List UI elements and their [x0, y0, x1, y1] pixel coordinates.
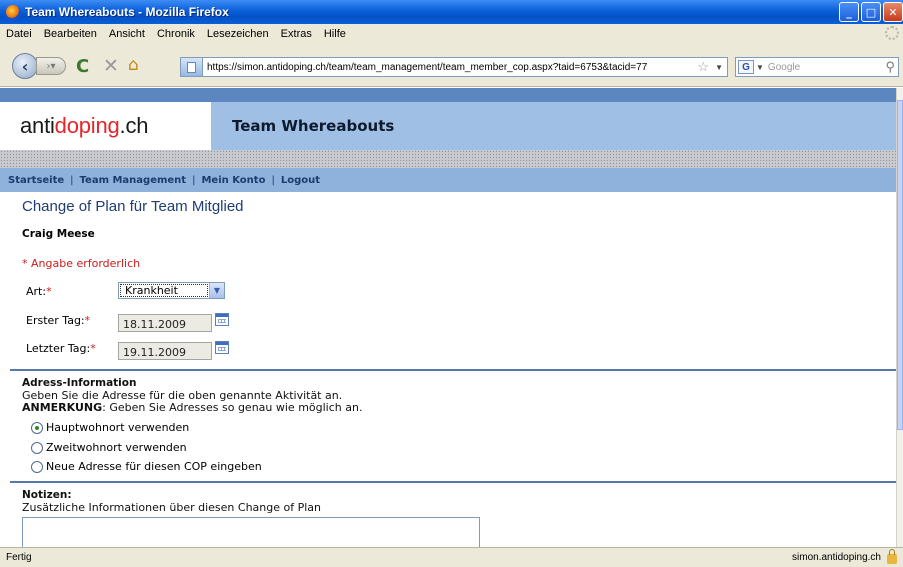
- nav-team-management[interactable]: Team Management: [80, 175, 187, 186]
- notes-description: Zusätzliche Informationen über diesen Ch…: [22, 501, 321, 514]
- lock-icon[interactable]: [887, 549, 897, 564]
- engine-dropdown-icon[interactable]: ▼: [756, 63, 764, 72]
- nav-separator: |: [271, 174, 275, 186]
- throbber-icon: [885, 26, 899, 40]
- site-header-title: Team Whereabouts: [211, 102, 896, 150]
- status-bar: Fertig simon.antidoping.ch: [0, 547, 903, 567]
- site-logo[interactable]: anti doping .ch: [0, 102, 211, 150]
- status-right: simon.antidoping.ch: [792, 549, 897, 564]
- art-select[interactable]: Krankheit ▼: [118, 282, 225, 299]
- forward-button[interactable]: ›▾: [36, 57, 66, 75]
- address-heading: Adress-Information: [22, 377, 137, 389]
- scrollbar-thumb[interactable]: [897, 100, 903, 430]
- erster-tag-label: Erster Tag:*: [26, 314, 90, 327]
- art-label-text: Art:: [26, 285, 47, 298]
- notes-heading: Notizen:: [22, 489, 72, 501]
- required-note: * Angabe erforderlich: [22, 257, 141, 270]
- search-icon[interactable]: ⚲: [885, 59, 895, 75]
- address-note-label: ANMERKUNG: [22, 401, 103, 414]
- art-select-value: Krankheit: [120, 284, 208, 297]
- letzter-tag-label: Letzter Tag:*: [26, 342, 96, 355]
- chevron-down-icon[interactable]: ▼: [209, 283, 224, 298]
- radio-zweitwohnort[interactable]: Zweitwohnort verwenden: [31, 441, 187, 454]
- letzter-tag-label-text: Letzter Tag:: [26, 342, 91, 355]
- radio-label: Hauptwohnort verwenden: [46, 421, 190, 434]
- google-engine-icon[interactable]: G: [738, 60, 754, 74]
- calendar-icon[interactable]: [215, 313, 229, 326]
- menu-datei[interactable]: Datei: [0, 28, 38, 40]
- radio-label: Zweitwohnort verwenden: [46, 441, 187, 454]
- back-button[interactable]: ‹: [12, 53, 38, 79]
- radio-button[interactable]: [31, 460, 43, 473]
- section-divider: [10, 481, 896, 483]
- page-title: Change of Plan für Team Mitglied: [22, 198, 244, 215]
- erster-tag-input[interactable]: 18.11.2009: [118, 314, 212, 332]
- radio-button[interactable]: [31, 441, 43, 454]
- site-nav: Startseite | Team Management | Mein Kont…: [0, 168, 896, 192]
- stop-icon[interactable]: ✕: [103, 55, 119, 77]
- site-top-bar: [0, 88, 896, 102]
- reload-icon[interactable]: C: [76, 56, 89, 77]
- decorative-band: [0, 150, 896, 168]
- arrow-left-icon: ‹: [21, 56, 29, 76]
- logo-ch: .ch: [119, 113, 149, 138]
- menu-lesezeichen[interactable]: Lesezeichen: [201, 28, 275, 40]
- search-bar[interactable]: G ▼ Google ⚲: [735, 57, 899, 77]
- required-marker: *: [46, 285, 52, 298]
- calendar-icon[interactable]: [215, 341, 229, 354]
- logo-doping: doping: [54, 113, 120, 138]
- nav-mein-konto[interactable]: Mein Konto: [201, 175, 265, 186]
- required-marker: *: [90, 342, 96, 355]
- notes-textarea[interactable]: [22, 517, 480, 547]
- menu-ansicht[interactable]: Ansicht: [103, 28, 151, 40]
- url-bar[interactable]: https://simon.antidoping.ch/team/team_ma…: [180, 57, 728, 77]
- radio-hauptwohnort[interactable]: Hauptwohnort verwenden: [31, 421, 189, 434]
- nav-separator: |: [192, 174, 196, 186]
- status-text: Fertig: [6, 552, 32, 563]
- window-titlebar: Team Whereabouts - Mozilla Firefox _ □ ✕: [0, 0, 903, 24]
- minimize-button[interactable]: _: [839, 2, 859, 22]
- url-dropdown-icon[interactable]: ▼: [715, 63, 723, 72]
- logo-anti: anti: [20, 113, 55, 138]
- erster-tag-label-text: Erster Tag:: [26, 314, 85, 327]
- navigation-toolbar: ‹ ›▾ C ✕ ⌂ https://simon.antidoping.ch/t…: [0, 43, 903, 87]
- home-icon[interactable]: ⌂: [128, 55, 139, 75]
- vertical-scrollbar[interactable]: [896, 88, 903, 547]
- menu-extras[interactable]: Extras: [275, 28, 318, 40]
- address-note-text: : Geben Sie Adresses so genau wie möglic…: [102, 401, 363, 414]
- nav-logout[interactable]: Logout: [281, 175, 320, 186]
- firefox-icon: [6, 5, 20, 19]
- letzter-tag-input[interactable]: 19.11.2009: [118, 342, 212, 360]
- radio-label: Neue Adresse für diesen COP eingeben: [46, 460, 262, 473]
- url-text: https://simon.antidoping.ch/team/team_ma…: [207, 61, 648, 73]
- status-domain[interactable]: simon.antidoping.ch: [792, 552, 881, 563]
- nav-startseite[interactable]: Startseite: [8, 175, 64, 186]
- art-label: Art:*: [26, 285, 52, 298]
- menu-bar: Datei Bearbeiten Ansicht Chronik Lesezei…: [0, 24, 903, 43]
- maximize-button[interactable]: □: [861, 2, 881, 22]
- menu-bearbeiten[interactable]: Bearbeiten: [38, 28, 103, 40]
- nav-separator: |: [70, 174, 74, 186]
- radio-button-checked[interactable]: [31, 421, 43, 434]
- arrow-right-icon: ›▾: [46, 60, 56, 72]
- window-title: Team Whereabouts - Mozilla Firefox: [25, 5, 229, 19]
- member-name: Craig Meese: [22, 228, 95, 240]
- search-placeholder: Google: [767, 61, 801, 73]
- bookmark-star-icon[interactable]: ☆: [697, 59, 709, 75]
- window-controls: _ □ ✕: [839, 2, 903, 22]
- page-icon: [181, 58, 203, 76]
- required-marker: *: [84, 314, 91, 327]
- radio-neue-adresse[interactable]: Neue Adresse für diesen COP eingeben: [31, 460, 262, 473]
- page-content: anti doping .ch Team Whereabouts Startseit…: [0, 88, 896, 547]
- menu-hilfe[interactable]: Hilfe: [318, 28, 352, 40]
- address-note: ANMERKUNG: Geben Sie Adresses so genau w…: [22, 401, 362, 414]
- menu-chronik[interactable]: Chronik: [151, 28, 201, 40]
- site-header: anti doping .ch Team Whereabouts: [0, 102, 896, 150]
- close-button[interactable]: ✕: [883, 2, 903, 22]
- section-divider: [10, 369, 896, 371]
